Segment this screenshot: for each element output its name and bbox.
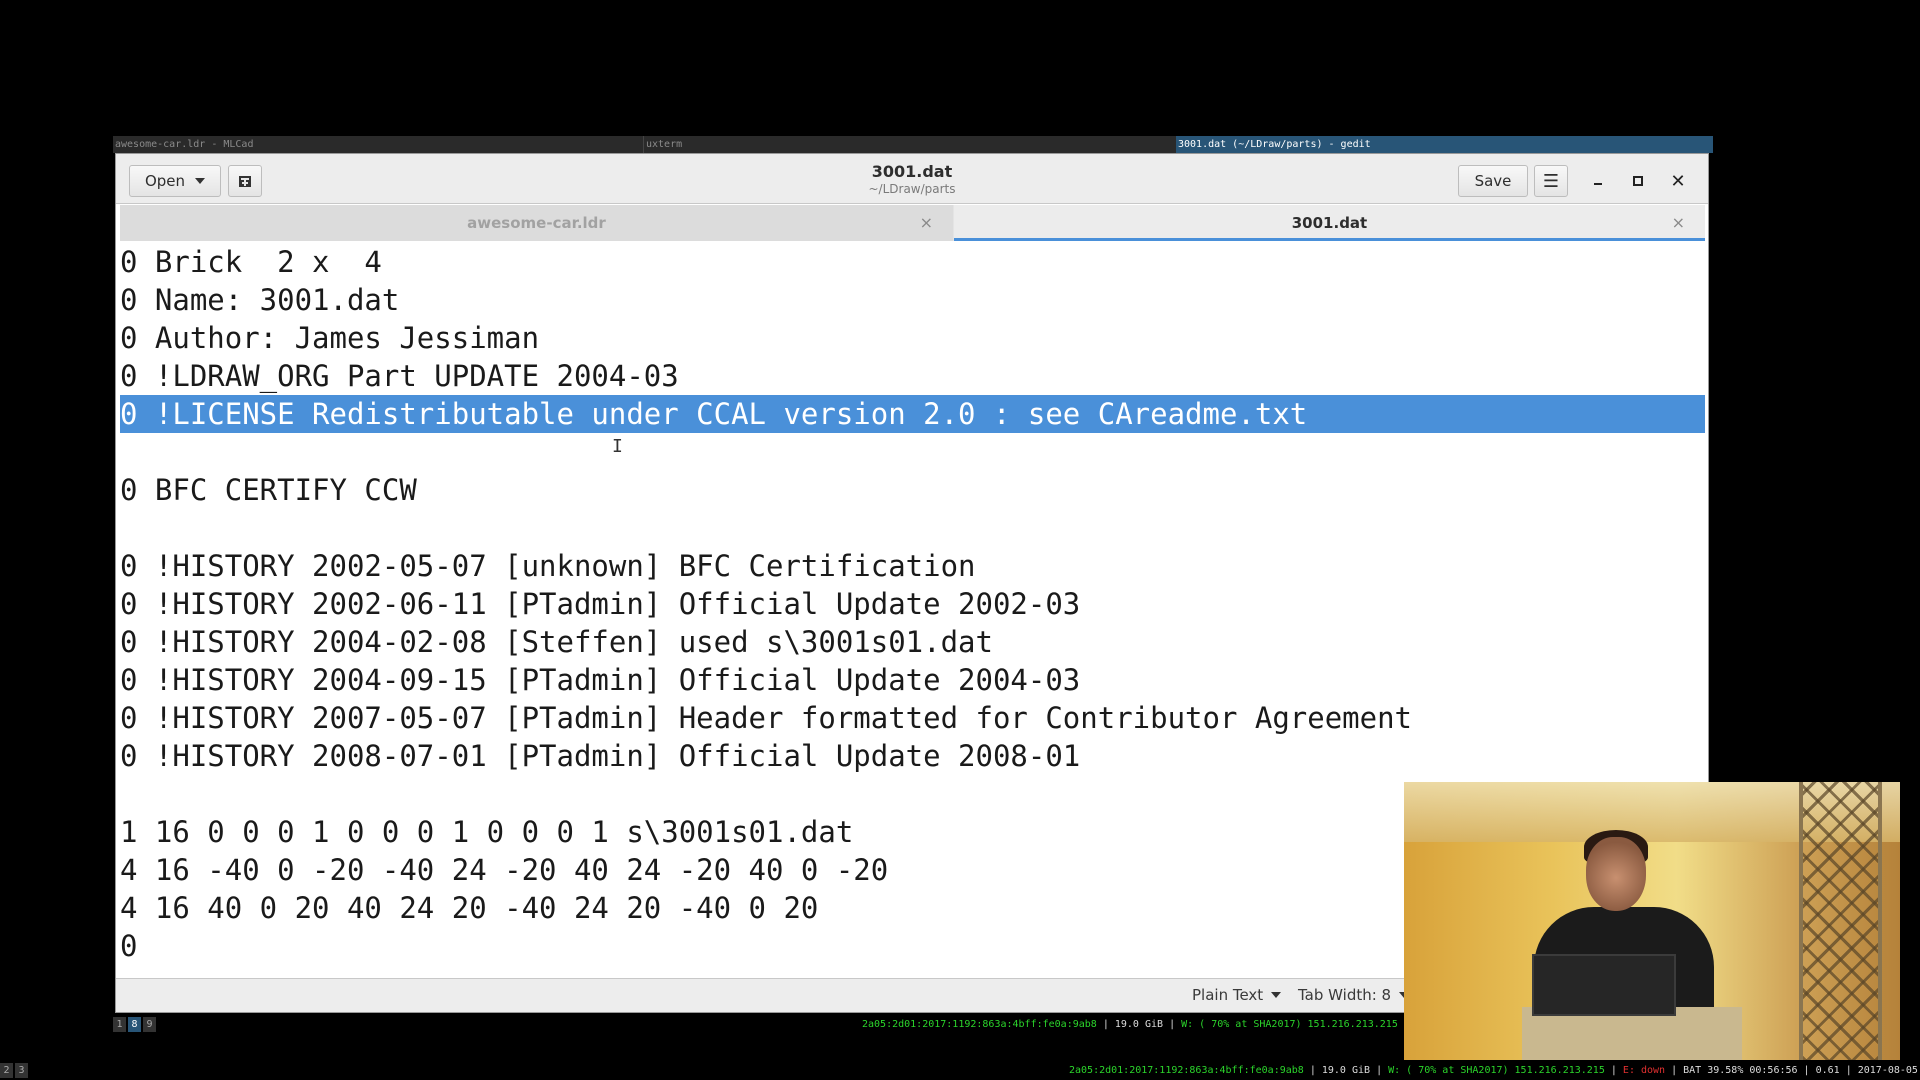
selected-text-line[interactable]: 0 !LICENSE Redistributable under CCAL ve… xyxy=(120,395,1705,433)
save-button[interactable]: Save xyxy=(1458,165,1528,197)
tab-label: awesome-car.ldr xyxy=(467,214,606,232)
header-bar: Open 3001.dat ~/LDraw/parts Save ☰ ✕ xyxy=(116,154,1708,204)
tab-3001-dat[interactable]: 3001.dat × xyxy=(954,205,1705,241)
tab-label: 3001.dat xyxy=(1291,214,1368,232)
laptop xyxy=(1532,954,1676,1016)
chevron-down-icon xyxy=(1271,992,1282,998)
close-window-button[interactable]: ✕ xyxy=(1663,166,1693,196)
text-line[interactable]: 0 BFC CERTIFY CCW xyxy=(120,471,1705,509)
hamburger-icon: ☰ xyxy=(1542,170,1560,192)
tab-width-label: Tab Width: 8 xyxy=(1298,986,1392,1004)
workspace-button[interactable]: 8 xyxy=(128,1017,141,1032)
ipv6-address: 2a05:2d01:2017:1192:863a:4bff:fe0a:9ab8 xyxy=(1069,1065,1304,1076)
load-average: 0.61 xyxy=(1815,1065,1840,1076)
disk-free: 19.0 GiB xyxy=(1114,1019,1164,1030)
window-title-uxterm[interactable]: uxterm xyxy=(643,136,1176,153)
speaker-head xyxy=(1586,837,1646,911)
text-line[interactable]: 0 !HISTORY 2004-02-08 [Steffen] used s\3… xyxy=(120,623,1705,661)
text-line[interactable] xyxy=(120,509,1705,547)
text-line[interactable]: 0 !HISTORY 2002-05-07 [unknown] BFC Cert… xyxy=(120,547,1705,585)
language-dropdown[interactable]: Plain Text xyxy=(1192,986,1282,1004)
close-icon[interactable]: × xyxy=(920,213,933,232)
i3-status-bar-inner: 2a05:2d01:2017:1192:863a:4bff:fe0a:9ab8 … xyxy=(862,1019,1428,1030)
ethernet-status: E: down xyxy=(1622,1065,1666,1076)
wifi-status: W: ( 70% at SHA2017) 151.216.213.215 xyxy=(1388,1065,1605,1076)
text-line[interactable]: 0 !HISTORY 2002-06-11 [PTadmin] Official… xyxy=(120,585,1705,623)
tab-bar: awesome-car.ldr × 3001.dat × xyxy=(120,205,1705,241)
disk-free: 19.0 GiB xyxy=(1321,1065,1371,1076)
tab-awesome-car[interactable]: awesome-car.ldr × xyxy=(120,205,953,241)
hamburger-menu-button[interactable]: ☰ xyxy=(1534,165,1568,197)
close-icon[interactable]: × xyxy=(1672,213,1685,232)
minimize-icon xyxy=(1594,183,1602,185)
workspace-indicators-inner: 189 xyxy=(113,1017,156,1033)
text-line[interactable]: 0 !HISTORY 2008-07-01 [PTadmin] Official… xyxy=(120,737,1705,775)
language-label: Plain Text xyxy=(1192,986,1264,1004)
window-title-strip: awesome-car.ldr - MLCad uxterm 3001.dat … xyxy=(113,136,1713,153)
maximize-icon xyxy=(1633,176,1643,186)
ipv6-address: 2a05:2d01:2017:1192:863a:4bff:fe0a:9ab8 xyxy=(862,1019,1097,1030)
text-line[interactable] xyxy=(120,433,1705,471)
window-title-mlcad[interactable]: awesome-car.ldr - MLCad xyxy=(113,136,645,153)
workspace-button[interactable]: 9 xyxy=(143,1017,156,1032)
battery-status: BAT 39.58% 00:56:56 xyxy=(1683,1065,1798,1076)
i3-status-bar-outer: 2a05:2d01:2017:1192:863a:4bff:fe0a:9ab8 … xyxy=(1069,1065,1920,1076)
minimize-button[interactable] xyxy=(1583,166,1613,196)
text-cursor-icon: I xyxy=(612,436,623,457)
stage-truss xyxy=(1799,782,1882,1060)
workspace-button[interactable]: 3 xyxy=(15,1063,28,1078)
close-icon: ✕ xyxy=(1670,170,1686,192)
workspace-button[interactable]: 2 xyxy=(0,1063,13,1078)
text-line[interactable]: 0 Author: James Jessiman xyxy=(120,319,1705,357)
clock: 2017-08-05 10:36:30 xyxy=(1857,1065,1920,1076)
maximize-button[interactable] xyxy=(1623,166,1653,196)
tab-width-dropdown[interactable]: Tab Width: 8 xyxy=(1298,986,1410,1004)
workspace-indicators-outer: 23 xyxy=(0,1063,28,1079)
wifi-status: W: ( 70% at SHA2017) 151.216.213.215 xyxy=(1181,1019,1398,1030)
speaker-webcam-overlay xyxy=(1404,782,1900,1060)
text-line[interactable]: 0 !LDRAW_ORG Part UPDATE 2004-03 xyxy=(120,357,1705,395)
text-line[interactable]: 0 !HISTORY 2004-09-15 [PTadmin] Official… xyxy=(120,661,1705,699)
text-line[interactable]: 0 Name: 3001.dat xyxy=(120,281,1705,319)
text-line[interactable]: 0 Brick 2 x 4 xyxy=(120,243,1705,281)
workspace-button[interactable]: 1 xyxy=(113,1017,126,1032)
window-title-gedit[interactable]: 3001.dat (~/LDraw/parts) - gedit xyxy=(1176,136,1713,153)
text-line[interactable]: 0 !HISTORY 2007-05-07 [PTadmin] Header f… xyxy=(120,699,1705,737)
